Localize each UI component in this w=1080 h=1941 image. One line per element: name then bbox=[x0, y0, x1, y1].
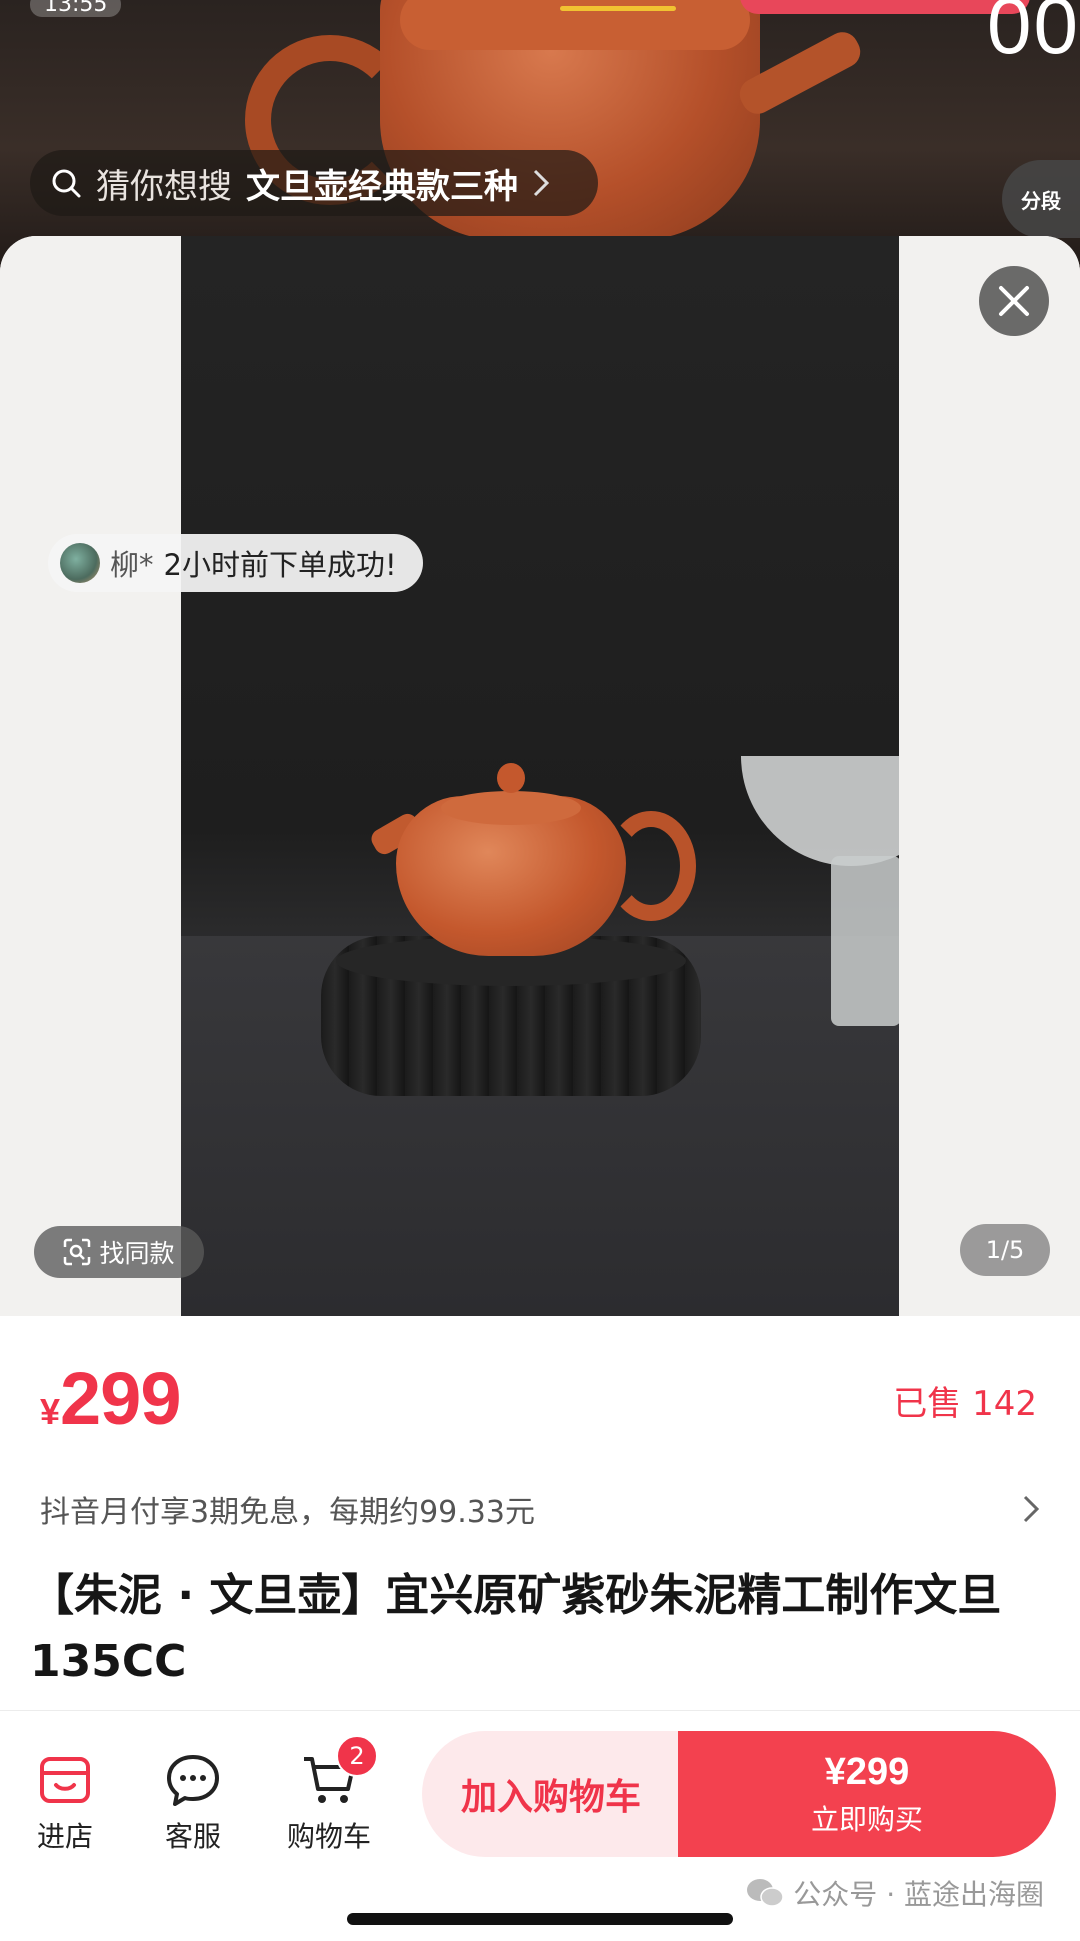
store-label: 进店 bbox=[36, 1820, 93, 1853]
cart-label: 购物车 bbox=[286, 1820, 371, 1853]
bottom-action-bar: 进店 客服 2 购物车 加入购物车 ¥299 立即购买 公众号 · 蓝途出海圈 bbox=[0, 1710, 1080, 1941]
image-page-counter: 1/5 bbox=[960, 1224, 1050, 1276]
search-prefix: 猜你想搜 bbox=[96, 166, 232, 207]
customer-service-button[interactable]: 客服 bbox=[138, 1751, 248, 1855]
product-photo[interactable] bbox=[181, 236, 899, 1316]
buy-now-price: ¥299 bbox=[824, 1750, 910, 1793]
background-video[interactable]: 13:55 00 猜你想搜 文旦壶经典款三种 分段 bbox=[0, 0, 1080, 270]
photo-teapot-lid bbox=[441, 791, 581, 825]
search-query: 文旦壶经典款三种 bbox=[246, 166, 518, 207]
tab-indicator bbox=[560, 6, 676, 11]
service-label: 客服 bbox=[164, 1820, 221, 1853]
chevron-right-icon bbox=[533, 169, 550, 197]
close-button[interactable] bbox=[979, 266, 1049, 336]
wechat-icon bbox=[747, 1879, 785, 1907]
search-suggestion-chip[interactable]: 猜你想搜 文旦壶经典款三种 bbox=[30, 150, 598, 216]
order-message: 2小时前下单成功! bbox=[163, 548, 397, 582]
buy-now-button[interactable]: ¥299 立即购买 bbox=[678, 1731, 1056, 1857]
chat-bubble-icon bbox=[167, 1755, 219, 1806]
store-icon bbox=[40, 1757, 90, 1803]
installment-text: 抖音月付享3期免息，每期约99.33元 bbox=[40, 1495, 535, 1530]
photo-teapot-knob bbox=[497, 763, 525, 793]
photo-bowl-stem bbox=[831, 856, 899, 1026]
buyer-name: 柳* bbox=[110, 548, 154, 582]
home-indicator[interactable] bbox=[347, 1913, 733, 1925]
add-to-cart-button[interactable]: 加入购物车 bbox=[422, 1731, 680, 1857]
product-gallery[interactable]: 柳* 2小时前下单成功! 找同款 1/5 bbox=[0, 236, 1080, 1316]
photo-bowl bbox=[741, 756, 899, 866]
price-currency: ¥ bbox=[40, 1391, 61, 1432]
product-price: ¥299 bbox=[40, 1356, 182, 1441]
order-toast: 柳* 2小时前下单成功! bbox=[48, 534, 423, 592]
watermark-text: 公众号 · 蓝途出海圈 bbox=[793, 1878, 1044, 1911]
status-time: 13:55 bbox=[30, 0, 122, 17]
product-sheet: 柳* 2小时前下单成功! 找同款 1/5 ¥299 已售 142 抖音月付享3期… bbox=[0, 236, 1080, 1940]
cart-button[interactable]: 2 购物车 bbox=[274, 1735, 384, 1855]
watermark: 公众号 · 蓝途出海圈 bbox=[745, 1873, 1044, 1913]
installment-row[interactable]: 抖音月付享3期免息，每期约99.33元 bbox=[40, 1484, 1040, 1534]
chevron-right-icon bbox=[1023, 1495, 1040, 1523]
find-similar-button[interactable]: 找同款 bbox=[34, 1226, 204, 1278]
scan-icon bbox=[64, 1238, 91, 1266]
product-title: 【朱泥 · 文旦壶】宜兴原矿紫砂朱泥精工制作文旦 135CC bbox=[30, 1570, 1002, 1687]
close-icon bbox=[999, 286, 1029, 316]
background-digits: 00 bbox=[987, 0, 1080, 70]
segment-button[interactable]: 分段 bbox=[1002, 160, 1080, 238]
buy-now-label: 立即购买 bbox=[810, 1802, 923, 1836]
buyer-avatar bbox=[60, 543, 100, 583]
store-button[interactable]: 进店 bbox=[10, 1751, 120, 1855]
sold-count: 已售 142 bbox=[893, 1384, 1037, 1424]
find-similar-label: 找同款 bbox=[99, 1239, 175, 1268]
price-amount: 299 bbox=[60, 1357, 181, 1440]
cart-count-badge: 2 bbox=[336, 1735, 378, 1777]
search-icon bbox=[52, 169, 81, 198]
